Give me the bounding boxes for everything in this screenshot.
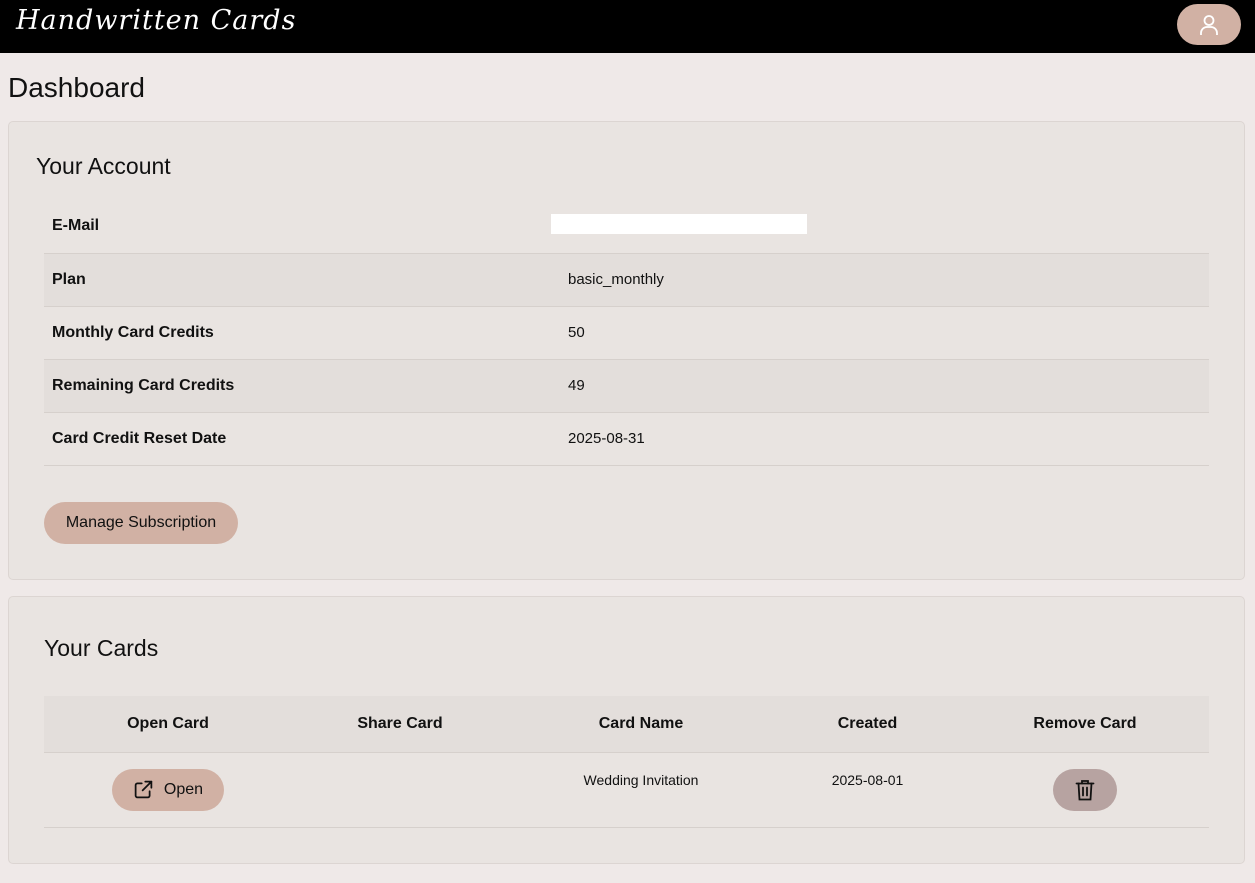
card-name-cell: Wedding Invitation bbox=[508, 752, 774, 828]
created-cell: 2025-08-01 bbox=[774, 752, 961, 828]
account-row-remaining-credits: Remaining Card Credits 49 bbox=[44, 359, 1209, 413]
cards-table-header: Open Card Share Card Card Name Created R… bbox=[44, 696, 1209, 753]
cards-table: Open Card Share Card Card Name Created R… bbox=[44, 696, 1209, 828]
table-row: Open Wedding Invitation 2025-08-01 bbox=[44, 752, 1209, 828]
email-value bbox=[551, 200, 1209, 254]
external-link-icon bbox=[134, 780, 153, 799]
remove-card-cell bbox=[961, 752, 1209, 828]
top-navbar: Handwritten Cards bbox=[0, 0, 1255, 53]
row-label: Card Credit Reset Date bbox=[44, 412, 560, 466]
column-header-remove-card: Remove Card bbox=[961, 696, 1209, 753]
cards-panel: Your Cards Open Card Share Card Card Nam… bbox=[8, 596, 1245, 864]
card-name: Wedding Invitation bbox=[583, 771, 699, 788]
account-section-title: Your Account bbox=[36, 153, 171, 179]
account-row-reset-date: Card Credit Reset Date 2025-08-31 bbox=[44, 412, 1209, 466]
open-card-cell: Open bbox=[44, 752, 292, 828]
redacted-email bbox=[551, 214, 807, 235]
row-label: E-Mail bbox=[44, 200, 560, 254]
row-label: Plan bbox=[44, 253, 560, 307]
column-header-card-name: Card Name bbox=[508, 696, 774, 753]
account-menu-button[interactable] bbox=[1177, 4, 1241, 45]
column-header-open-card: Open Card bbox=[44, 696, 292, 753]
remaining-credits-value: 49 bbox=[560, 359, 1209, 413]
trash-icon bbox=[1075, 779, 1095, 800]
account-row-monthly-credits: Monthly Card Credits 50 bbox=[44, 306, 1209, 360]
plan-value: basic_monthly bbox=[560, 253, 1209, 307]
open-card-label: Open bbox=[163, 780, 204, 798]
account-row-email: E-Mail bbox=[44, 200, 1209, 254]
page-title: Dashboard bbox=[8, 72, 145, 103]
share-card-cell bbox=[292, 752, 508, 828]
row-label: Remaining Card Credits bbox=[44, 359, 560, 413]
remove-card-button[interactable] bbox=[1053, 768, 1117, 811]
account-info-table: E-Mail Plan basic_monthly Monthly Card C… bbox=[44, 200, 1209, 466]
monthly-credits-value: 50 bbox=[560, 306, 1209, 360]
created-date: 2025-08-01 bbox=[831, 771, 904, 788]
user-icon bbox=[1200, 14, 1218, 35]
account-row-plan: Plan basic_monthly bbox=[44, 253, 1209, 307]
app-logo[interactable]: Handwritten Cards bbox=[16, 5, 296, 36]
column-header-share-card: Share Card bbox=[292, 696, 508, 753]
account-panel: Your Account E-Mail Plan basic_monthly M… bbox=[8, 121, 1245, 580]
manage-subscription-button[interactable]: Manage Subscription bbox=[44, 502, 238, 544]
row-label: Monthly Card Credits bbox=[44, 306, 560, 360]
reset-date-value: 2025-08-31 bbox=[560, 412, 1209, 466]
cards-section-title: Your Cards bbox=[44, 635, 159, 661]
open-card-button[interactable]: Open bbox=[112, 768, 224, 811]
column-header-created: Created bbox=[774, 696, 961, 753]
